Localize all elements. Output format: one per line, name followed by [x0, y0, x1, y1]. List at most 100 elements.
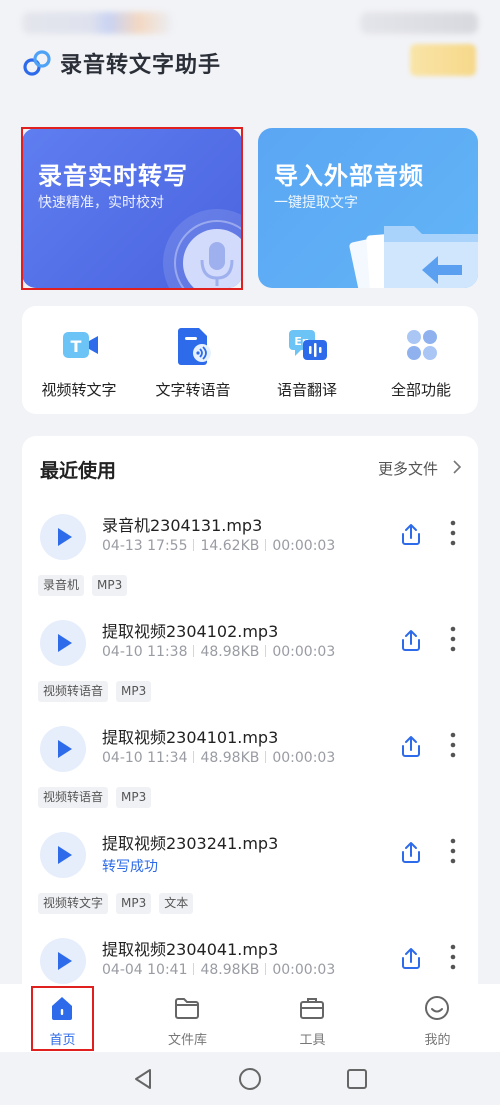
status-bar-right-blurred: [360, 12, 478, 34]
play-button[interactable]: [40, 832, 86, 878]
share-icon[interactable]: [400, 840, 422, 864]
quick-action-text-to-speech[interactable]: 文字转语音: [136, 306, 250, 414]
home-circle-icon[interactable]: [237, 1066, 263, 1092]
tag: 录音机: [38, 575, 85, 596]
file-date: 04-04 10:41: [102, 962, 188, 978]
file-meta: 04-04 10:41 48.98KB 00:00:03: [102, 962, 335, 978]
nav-tab-tools[interactable]: 工具: [250, 984, 375, 1052]
folder-import-icon: [349, 226, 478, 288]
play-button[interactable]: [40, 726, 86, 772]
tag: MP3: [116, 681, 152, 702]
tag: MP3: [92, 575, 128, 596]
play-button[interactable]: [40, 514, 86, 560]
file-size: 48.98KB: [200, 644, 260, 660]
play-button[interactable]: [40, 938, 86, 984]
more-options-icon[interactable]: [450, 520, 456, 546]
status-bar: [0, 0, 500, 44]
quick-action-label: 视频转文字: [41, 381, 117, 399]
more-options-icon[interactable]: [450, 944, 456, 970]
file-name: 录音机2304131.mp3: [102, 516, 263, 535]
recent-title: 最近使用: [40, 460, 117, 482]
file-size: 48.98KB: [200, 750, 260, 766]
play-button[interactable]: [40, 620, 86, 666]
file-name: 提取视频2303241.mp3: [102, 834, 279, 853]
all-features-icon: [407, 330, 437, 360]
more-options-icon[interactable]: [450, 626, 456, 652]
file-date: 04-10 11:34: [102, 750, 188, 766]
quick-action-label: 语音翻译: [276, 381, 337, 399]
quick-action-all-features[interactable]: 全部功能: [364, 306, 478, 414]
file-meta: 04-10 11:38 48.98KB 00:00:03: [102, 644, 335, 660]
tag: 视频转语音: [38, 681, 109, 702]
back-icon[interactable]: [130, 1066, 156, 1092]
share-icon[interactable]: [400, 946, 422, 970]
file-size: 14.62KB: [200, 538, 260, 554]
tag: 视频转语音: [38, 787, 109, 808]
play-icon: [58, 740, 72, 758]
chevron-right-icon[interactable]: [452, 460, 462, 474]
nav-tab-home[interactable]: 首页: [0, 984, 125, 1052]
record-realtime-card[interactable]: 录音实时转写 快速精准，实时校对: [22, 128, 242, 288]
card-title: 录音实时转写: [38, 162, 188, 190]
tag: MP3: [116, 787, 152, 808]
system-nav-bar: [0, 1052, 500, 1105]
quick-actions-panel: T 视频转文字 文字转语音 En 语音翻译 全部功能: [22, 306, 478, 414]
text-to-speech-icon: [178, 328, 211, 365]
nav-label: 首页: [49, 1033, 76, 1048]
transcribe-status: 转写成功: [102, 859, 158, 875]
file-duration: 00:00:03: [272, 750, 336, 766]
svg-text:T: T: [71, 337, 82, 356]
file-date: 04-13 17:55: [102, 538, 188, 554]
more-options-icon[interactable]: [450, 838, 456, 864]
file-meta: 04-10 11:34 48.98KB 00:00:03: [102, 750, 335, 766]
voice-translate-icon: En: [289, 330, 327, 360]
nav-label: 我的: [424, 1033, 451, 1048]
recents-square-icon[interactable]: [344, 1066, 370, 1092]
file-duration: 00:00:03: [272, 962, 336, 978]
app-logo-icon: [23, 50, 51, 76]
file-item[interactable]: 提取视频2304102.mp3 04-10 11:38 48.98KB 00:00:…: [22, 614, 478, 719]
nav-tab-files[interactable]: 文件库: [125, 984, 250, 1052]
nav-label: 工具: [299, 1033, 326, 1048]
tag: 视频转文字: [38, 893, 109, 914]
file-duration: 00:00:03: [272, 538, 336, 554]
play-icon: [58, 634, 72, 652]
recent-files-panel: 最近使用 更多文件 录音机2304131.mp3 04-13 17:55 14.6…: [22, 436, 478, 996]
nav-label: 文件库: [167, 1033, 207, 1048]
more-options-icon[interactable]: [450, 732, 456, 758]
card-subtitle: 一键提取文字: [274, 195, 358, 211]
quick-action-label: 文字转语音: [155, 381, 231, 399]
file-size: 48.98KB: [200, 962, 260, 978]
microphone-icon: [163, 209, 242, 288]
card-title: 导入外部音频: [274, 162, 424, 190]
file-tags: 视频转语音 MP3: [38, 786, 159, 808]
file-date: 04-10 11:38: [102, 644, 188, 660]
nav-tab-profile[interactable]: 我的: [375, 984, 500, 1052]
more-files-link[interactable]: 更多文件: [378, 458, 438, 479]
file-name: 提取视频2304101.mp3: [102, 728, 279, 747]
import-audio-card[interactable]: 导入外部音频 一键提取文字: [258, 128, 478, 288]
toolbox-icon: [300, 998, 324, 1019]
play-icon: [58, 528, 72, 546]
file-item[interactable]: 提取视频2303241.mp3 转写成功 视频转文字 MP3 文本: [22, 826, 478, 931]
quick-action-video-to-text[interactable]: T 视频转文字: [22, 306, 136, 414]
quick-action-voice-translate[interactable]: En 语音翻译: [250, 306, 364, 414]
share-icon[interactable]: [400, 522, 422, 546]
share-icon[interactable]: [400, 628, 422, 652]
file-item[interactable]: 提取视频2304101.mp3 04-10 11:34 48.98KB 00:00:…: [22, 720, 478, 825]
file-duration: 00:00:03: [272, 644, 336, 660]
vip-badge-blurred[interactable]: [410, 44, 476, 76]
file-meta: 04-13 17:55 14.62KB 00:00:03: [102, 538, 335, 554]
app-header: 录音转文字助手: [0, 44, 500, 84]
app-title: 录音转文字助手: [60, 53, 222, 78]
profile-icon: [425, 996, 449, 1020]
share-icon[interactable]: [400, 734, 422, 758]
file-tags: 视频转语音 MP3: [38, 680, 159, 702]
bottom-nav: 首页 文件库 工具 我的: [0, 984, 500, 1052]
play-icon: [58, 846, 72, 864]
file-tags: 视频转文字 MP3 文本: [38, 892, 201, 914]
file-item[interactable]: 录音机2304131.mp3 04-13 17:55 14.62KB 00:00:0…: [22, 508, 478, 613]
card-subtitle: 快速精准，实时校对: [38, 195, 164, 211]
file-tags: 录音机 MP3: [38, 574, 135, 596]
video-to-text-icon: T: [63, 332, 98, 358]
